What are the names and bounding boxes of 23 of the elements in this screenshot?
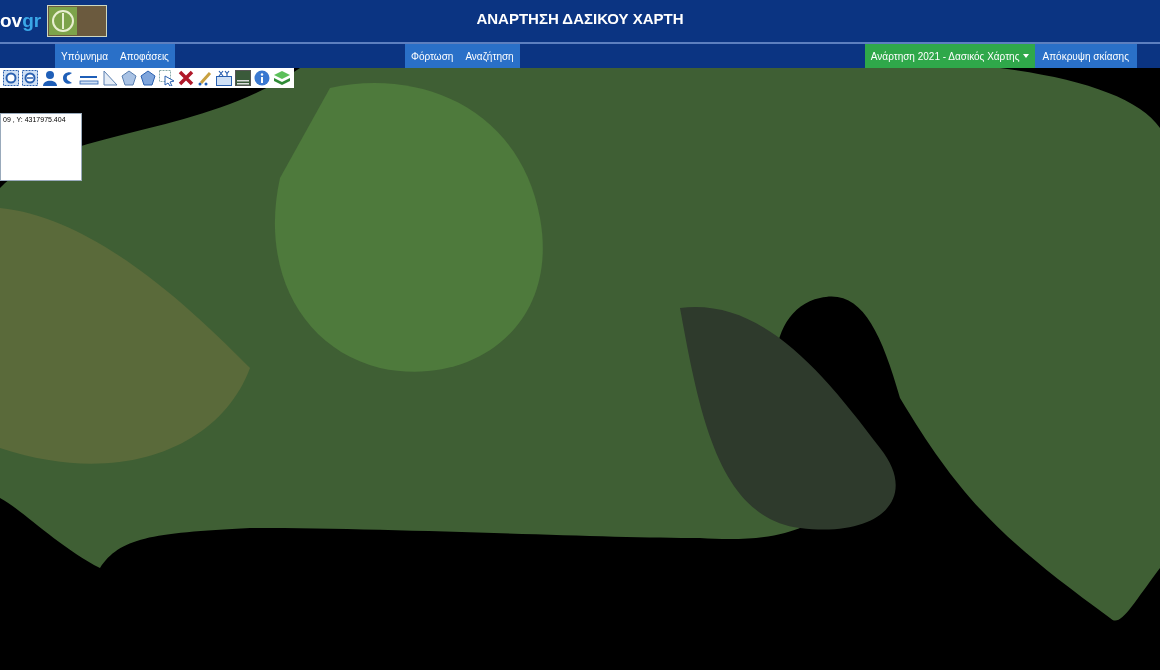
nav-tab[interactable]: Αναζήτηση <box>459 44 520 68</box>
info-icon[interactable] <box>254 70 270 86</box>
xy-grid-icon[interactable] <box>216 70 232 86</box>
hide-shading-button[interactable]: Απόκρυψη σκίασης <box>1034 44 1137 68</box>
select-arrow-icon[interactable] <box>159 70 175 86</box>
page-title: ΑΝΑΡΤΗΣΗ ΔΑΣΙΚΟΥ ΧΑΡΤΗ <box>476 10 684 27</box>
zoom-out-icon[interactable] <box>22 70 38 86</box>
zoom-in-icon[interactable] <box>3 70 19 86</box>
triangle-ruler-icon[interactable] <box>102 70 118 86</box>
pencil-icon[interactable] <box>197 70 213 86</box>
delete-icon[interactable] <box>178 70 194 86</box>
pentagon-icon[interactable] <box>121 70 137 86</box>
nav-tab[interactable]: Αποφάσεις <box>114 44 175 68</box>
image-icon[interactable] <box>235 70 251 86</box>
nav-tab[interactable]: Υπόμνημα <box>55 44 114 68</box>
layers-icon[interactable] <box>273 70 291 86</box>
layer-dropdown[interactable]: Ανάρτηση 2021 - Δασικός Χάρτης <box>864 44 1035 68</box>
person-icon[interactable] <box>41 70 57 86</box>
emblem-icon <box>47 5 108 37</box>
caret-icon <box>1022 54 1029 58</box>
logo-text: ovgr <box>0 10 42 32</box>
pentagon-xy-icon[interactable] <box>140 70 156 86</box>
nav-tab[interactable]: Φόρτωση <box>404 44 460 68</box>
